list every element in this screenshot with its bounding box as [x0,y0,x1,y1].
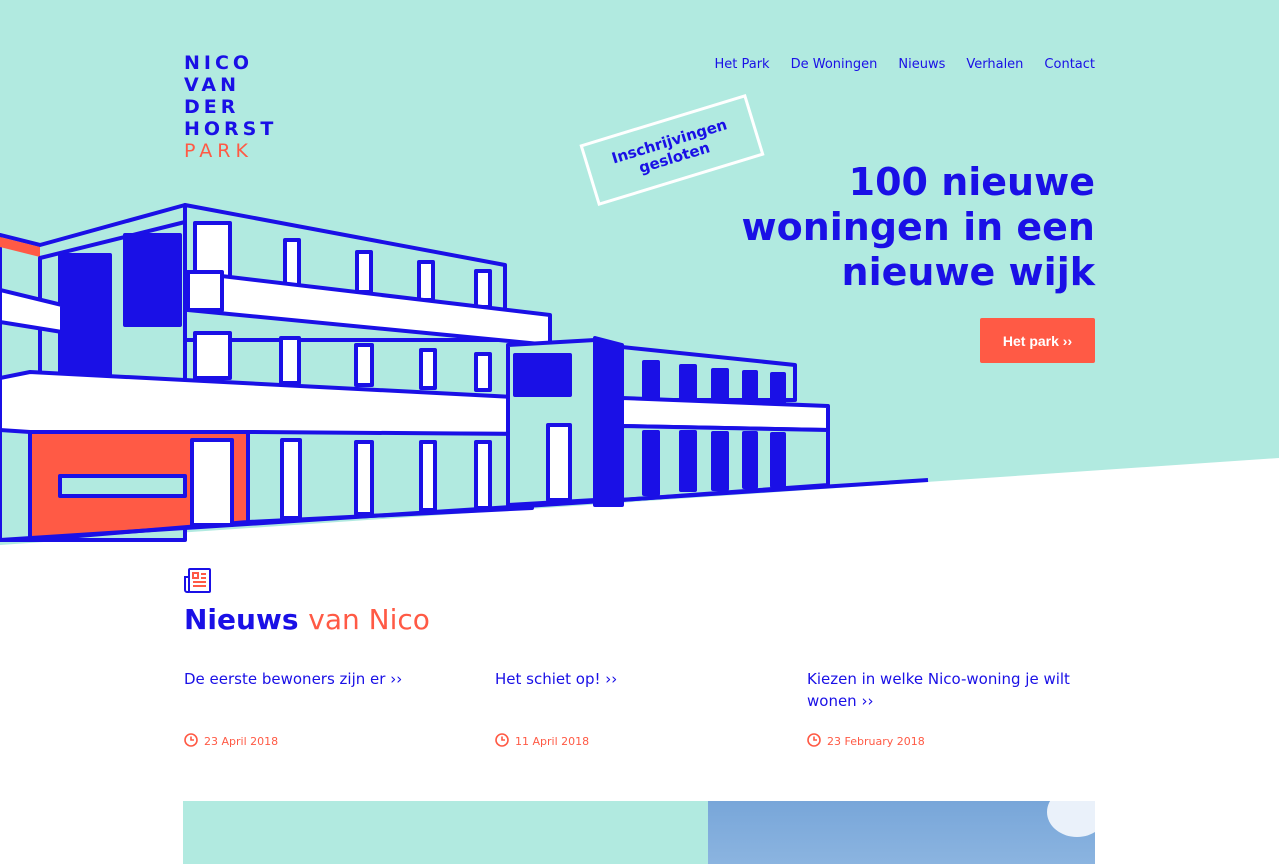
logo-line-2: VAN [184,74,241,96]
news-item-date: 11 April 2018 [495,733,589,750]
newspaper-icon [184,567,212,599]
news-section-title: Nieuws van Nico [184,603,430,636]
news-item: De eerste bewoners zijn er ›› 23 April 2… [184,668,474,748]
news-item-title-link[interactable]: De eerste bewoners zijn er ›› [184,668,474,690]
news-date-text: 23 April 2018 [204,735,279,748]
nav-item-verhalen[interactable]: Verhalen [966,57,1023,72]
news-item-date: 23 April 2018 [184,733,278,750]
logo-line-3: DER [184,96,240,118]
nav-item-nieuws[interactable]: Nieuws [898,57,945,72]
main-navigation: Het Park De Woningen Nieuws Verhalen Con… [693,57,1095,72]
news-date-text: 11 April 2018 [515,735,590,748]
news-item-date: 23 February 2018 [807,733,925,750]
hero-section: NICO VAN DER HORST PARK Het Park De Woni… [0,0,1279,545]
logo-line-4: HORST [184,118,278,140]
featured-photo [708,801,1095,864]
news-title-accent: van Nico [308,603,430,636]
headline-line-3: nieuwe wijk [841,250,1095,294]
het-park-button[interactable]: Het park ›› [980,318,1095,363]
news-item: Kiezen in welke Nico-woning je wilt wone… [807,668,1097,748]
news-item-title-link[interactable]: Het schiet op! ›› [495,668,785,690]
news-item-title-link[interactable]: Kiezen in welke Nico-woning je wilt wone… [807,668,1097,712]
clock-icon [495,733,509,750]
cloud-shape [1047,801,1095,837]
news-date-text: 23 February 2018 [827,735,925,748]
logo-line-1: NICO [184,52,254,74]
site-logo[interactable]: NICO VAN DER HORST PARK [184,52,277,162]
news-item: Het schiet op! ›› 11 April 2018 [495,668,785,748]
clock-icon [184,733,198,750]
clock-icon [807,733,821,750]
logo-line-5: PARK [184,140,253,162]
nav-item-het-park[interactable]: Het Park [714,57,769,72]
nav-item-de-woningen[interactable]: De Woningen [791,57,878,72]
headline-line-1: 100 nieuwe [848,160,1095,204]
nav-item-contact[interactable]: Contact [1044,57,1095,72]
hero-headline: 100 nieuwe woningen in een nieuwe wijk [741,160,1095,295]
news-title-main: Nieuws [184,603,299,636]
headline-line-2: woningen in een [741,205,1095,249]
